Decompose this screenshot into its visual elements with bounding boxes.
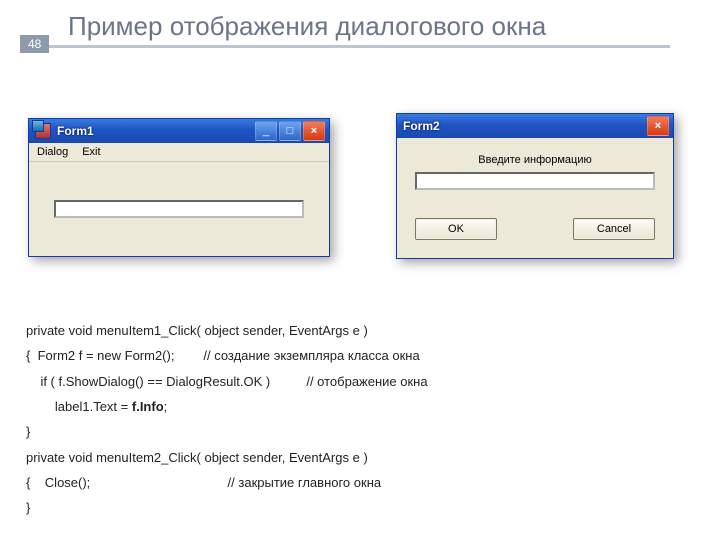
maximize-button[interactable]: □ bbox=[279, 121, 301, 141]
cancel-button[interactable]: Cancel bbox=[573, 218, 655, 240]
code-line: { Close(); // закрытие главного окна bbox=[26, 470, 696, 495]
menu-exit[interactable]: Exit bbox=[82, 146, 100, 158]
form1-titlebar[interactable]: Form1 _ □ × bbox=[29, 119, 329, 143]
code-line: if ( f.ShowDialog() == DialogResult.OK )… bbox=[26, 369, 696, 394]
form1-menubar: Dialog Exit bbox=[29, 143, 329, 162]
form2-window-buttons: × bbox=[647, 116, 669, 136]
code-line: { Form2 f = new Form2(); // создание экз… bbox=[26, 343, 696, 368]
close-button[interactable]: × bbox=[303, 121, 325, 141]
code-line: } bbox=[26, 495, 696, 520]
form2-titlebar[interactable]: Form2 × bbox=[397, 114, 673, 138]
form1-client-area bbox=[29, 162, 329, 256]
form2-window: Form2 × Введите информацию OK Cancel bbox=[396, 113, 674, 259]
ok-button[interactable]: OK bbox=[415, 218, 497, 240]
form1-window-buttons: _ □ × bbox=[255, 121, 325, 141]
form2-title-text: Form2 bbox=[403, 119, 647, 133]
form2-button-row: OK Cancel bbox=[415, 218, 655, 240]
code-line: private void menuItem2_Click( object sen… bbox=[26, 445, 696, 470]
form1-window: Form1 _ □ × Dialog Exit bbox=[28, 118, 330, 257]
code-line: label1.Text = f.Info; bbox=[26, 394, 696, 419]
form2-client-area: Введите информацию OK Cancel bbox=[397, 138, 673, 258]
code-line: } bbox=[26, 419, 696, 444]
form2-prompt-label: Введите информацию bbox=[415, 154, 655, 166]
slide-title: Пример отображения диалогового окна bbox=[0, 0, 720, 41]
form1-title-text: Form1 bbox=[57, 124, 255, 138]
close-button[interactable]: × bbox=[647, 116, 669, 136]
code-block: private void menuItem1_Click( object sen… bbox=[26, 318, 696, 521]
page-number-badge: 48 bbox=[20, 35, 49, 53]
form2-textbox[interactable] bbox=[415, 172, 655, 190]
form1-textbox[interactable] bbox=[54, 200, 304, 218]
title-underline: 48 bbox=[20, 45, 670, 48]
code-line: private void menuItem1_Click( object sen… bbox=[26, 318, 696, 343]
app-icon bbox=[35, 123, 51, 139]
minimize-button[interactable]: _ bbox=[255, 121, 277, 141]
menu-dialog[interactable]: Dialog bbox=[37, 146, 68, 158]
